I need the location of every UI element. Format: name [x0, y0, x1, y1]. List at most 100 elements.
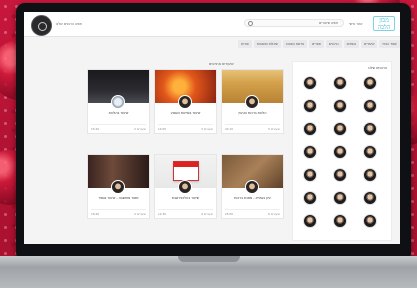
avatar — [303, 122, 317, 136]
nav-item[interactable]: שאלות ותשובות — [253, 40, 281, 48]
lesson-card[interactable]: שיעור בהלכות שבת 12:30 4 שיעורים — [154, 154, 217, 219]
avatar — [363, 145, 377, 159]
rabbi-avatar[interactable] — [361, 76, 380, 99]
nav-item[interactable]: אודות — [238, 40, 252, 48]
rabbi-avatar[interactable] — [361, 99, 380, 122]
top-left-text[interactable]: חפש הרבנים שלנו — [56, 22, 82, 26]
avatar — [363, 168, 377, 182]
avatar — [303, 168, 317, 182]
site-logo[interactable]: מכון הלכה — [373, 16, 395, 31]
avatar — [363, 99, 377, 113]
lesson-card[interactable]: הלכות ברכות הנהנין 22:10 5 שיעורים — [221, 69, 284, 134]
divider — [91, 209, 146, 210]
rabbi-avatar[interactable] — [301, 145, 320, 168]
search-icon — [248, 21, 253, 26]
card-count: 4 שיעורים — [201, 212, 213, 216]
logo-text: מכון הלכה — [377, 17, 391, 31]
avatar — [333, 122, 347, 136]
avatar — [178, 180, 192, 194]
card-count: 6 שיעורים — [268, 212, 280, 216]
avatar — [333, 168, 347, 182]
avatar — [245, 95, 259, 109]
card-duration: 22:10 — [225, 127, 234, 131]
divider — [225, 209, 280, 210]
card-title: שיעור בהלכות שבת — [171, 196, 200, 200]
avatar — [245, 180, 259, 194]
divider — [225, 124, 280, 125]
calendar-graphic — [173, 161, 199, 181]
rabbis-sidebar: הרבנים שלנו — [292, 61, 392, 241]
lesson-card[interactable]: שיעור בפרשת השבוע 14:05 3 שיעורים — [154, 69, 217, 134]
avatar — [333, 76, 347, 90]
card-title: שיעור בהלכות — [108, 111, 129, 115]
card-count: 2 שיעורים — [134, 127, 146, 131]
avatar[interactable] — [31, 15, 52, 36]
card-title: הלכות ברכות הנהנין — [238, 111, 267, 115]
rabbi-avatar[interactable] — [331, 214, 350, 237]
rabbi-avatar[interactable] — [301, 214, 320, 237]
card-count: 2 שיעורים — [134, 212, 146, 216]
rabbi-avatar[interactable] — [331, 145, 350, 168]
rabbi-avatar[interactable] — [361, 168, 380, 191]
card-duration: 14:05 — [158, 127, 167, 131]
avatar — [333, 214, 347, 228]
avatar — [333, 145, 347, 159]
search-placeholder: חפש שיעורים — [319, 21, 338, 25]
lesson-card[interactable]: מוסר ומחשבה - שיעור בספר 18:40 2 שיעורים — [87, 154, 150, 219]
card-duration: 15:20 — [91, 127, 100, 131]
rabbi-avatar[interactable] — [331, 168, 350, 191]
divider — [91, 124, 146, 125]
card-meta: 22:10 5 שיעורים — [225, 127, 280, 131]
avatar — [303, 191, 317, 205]
search-input[interactable]: חפש שיעורים — [244, 19, 344, 27]
nav-item[interactable]: עמוד הבית — [379, 40, 400, 48]
avatar — [303, 76, 317, 90]
nav-item[interactable]: נושאים — [343, 40, 360, 48]
card-meta: 25:00 6 שיעורים — [225, 212, 280, 216]
rabbi-avatar[interactable] — [301, 76, 320, 99]
sidebar-title: הרבנים שלנו — [368, 66, 387, 70]
laptop-notch — [178, 256, 240, 262]
avatar — [333, 191, 347, 205]
divider — [158, 124, 213, 125]
avatar — [363, 214, 377, 228]
nav-item[interactable]: פרשת השבוע — [282, 40, 308, 48]
avatar — [111, 180, 125, 194]
rabbi-avatar[interactable] — [301, 191, 320, 214]
nav-item[interactable]: ספרים — [309, 40, 324, 48]
rabbi-avatar[interactable] — [331, 99, 350, 122]
avatar — [111, 95, 125, 109]
card-count: 3 שיעורים — [201, 127, 213, 131]
card-title: עיון בגמרא - מסכת ברכות — [234, 196, 271, 200]
lesson-card[interactable]: שיעור בהלכות 15:20 2 שיעורים — [87, 69, 150, 134]
nav-item[interactable]: הרבנים — [325, 40, 342, 48]
lesson-card[interactable]: עיון בגמרא - מסכת ברכות 25:00 6 שיעורים — [221, 154, 284, 219]
card-title: שיעור בפרשת השבוע — [170, 111, 201, 115]
rabbi-avatar[interactable] — [301, 99, 320, 122]
rabbi-avatar[interactable] — [361, 214, 380, 237]
card-duration: 25:00 — [225, 212, 234, 216]
card-title: מוסר ומחשבה - שיעור בספר — [98, 196, 139, 200]
top-bar: חפש הרבנים שלנו חפש שיעורים אזור אישי מכ… — [24, 12, 400, 37]
nav-item[interactable]: שיעורים — [361, 40, 378, 48]
main-nav: עמוד הבית שיעורים נושאים הרבנים ספרים פר… — [185, 40, 400, 48]
rabbi-avatar[interactable] — [301, 122, 320, 145]
rabbi-avatar[interactable] — [301, 168, 320, 191]
rabbi-avatar[interactable] — [361, 191, 380, 214]
card-duration: 12:30 — [158, 212, 167, 216]
calendar-header — [174, 162, 198, 167]
rabbi-avatar[interactable] — [331, 122, 350, 145]
rabbi-avatar[interactable] — [361, 122, 380, 145]
avatar — [333, 99, 347, 113]
rabbi-avatar[interactable] — [331, 76, 350, 99]
section-title: שיעורים אחרונים — [209, 62, 234, 66]
card-duration: 18:40 — [91, 212, 100, 216]
screen: חפש הרבנים שלנו חפש שיעורים אזור אישי מכ… — [24, 12, 400, 244]
avatar — [303, 214, 317, 228]
avatar — [178, 95, 192, 109]
user-menu[interactable]: אזור אישי — [349, 22, 363, 26]
divider — [158, 209, 213, 210]
rabbi-avatar[interactable] — [331, 191, 350, 214]
card-meta: 14:05 3 שיעורים — [158, 127, 213, 131]
rabbi-avatar[interactable] — [361, 145, 380, 168]
